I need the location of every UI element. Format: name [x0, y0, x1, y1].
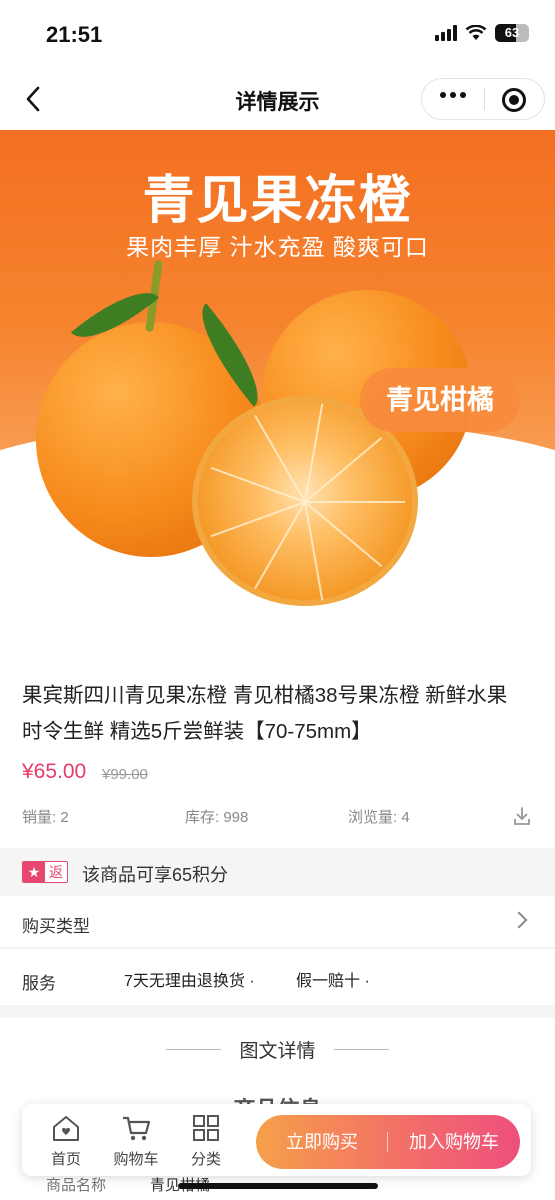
hero-title: 青见果冻橙: [142, 172, 413, 230]
purchase-type-label: 购买类型: [22, 917, 90, 936]
divider-line: [334, 1049, 389, 1050]
status-icons: 63: [435, 24, 529, 42]
status-bar: 21:51 63: [0, 0, 555, 70]
more-icon[interactable]: [440, 92, 466, 98]
product-price: ¥65.00: [22, 760, 87, 783]
tab-home[interactable]: 首页: [40, 1112, 92, 1169]
home-icon: [53, 1116, 79, 1141]
close-target-icon[interactable]: [502, 88, 526, 112]
sales-count: 销量: 2: [22, 809, 69, 826]
points-tag-label: 返: [45, 862, 67, 882]
home-indicator: [178, 1183, 378, 1189]
points-text: 该商品可享65积分: [82, 865, 229, 885]
battery-icon: 63: [495, 24, 529, 42]
service-item: 7天无理由退换货 ·: [124, 973, 255, 990]
cart-icon: [123, 1116, 151, 1141]
purchase-type-row[interactable]: 购买类型: [0, 896, 555, 948]
tab-category[interactable]: 分类: [180, 1112, 232, 1169]
status-time: 21:51: [46, 22, 103, 47]
grid-icon: [193, 1115, 219, 1141]
tab-home-label: 首页: [50, 1151, 81, 1168]
service-row: 服务 7天无理由退换货 · 假一赔十 ·: [0, 949, 555, 1005]
nav-bar: 详情展示: [0, 70, 555, 130]
action-button-group: 立即购买 加入购物车: [256, 1115, 520, 1169]
original-price: ¥99.00: [102, 766, 148, 783]
capsule-divider: [484, 88, 485, 110]
stock-count: 库存: 998: [185, 809, 249, 826]
wifi-icon: [465, 25, 487, 40]
name-label: 商品名称: [46, 1177, 107, 1194]
view-count: 浏览量: 4: [348, 809, 410, 826]
service-label: 服务: [22, 974, 56, 993]
details-title: 图文详情: [239, 1041, 316, 1062]
tab-cart[interactable]: 购物车: [110, 1112, 162, 1169]
product-title: 果宾斯四川青见果冻橙 青见柑橘38号果冻橙 新鲜水果 时令生鲜 精选5斤尝鲜装【…: [22, 684, 508, 743]
signal-icon: [435, 25, 457, 41]
service-item: 假一赔十 ·: [296, 973, 370, 990]
add-to-cart-button[interactable]: 加入购物车: [388, 1115, 520, 1169]
bottom-action-bar: 首页 购物车 分类 立即购买 加入购物车: [22, 1104, 531, 1176]
hero-badge: 青见柑橘: [360, 368, 520, 432]
points-row: ★ 返 该商品可享65积分: [0, 850, 555, 894]
product-image-carousel[interactable]: 青见果冻橙 果肉丰厚 汁水充盈 酸爽可口 青见柑橘: [0, 130, 555, 630]
buy-now-button[interactable]: 立即购买: [256, 1115, 388, 1169]
product-detail-page: 21:51 63 详情展示 青见果冻橙 果肉丰厚 汁水充盈 酸爽可口 青见柑橘 …: [0, 0, 555, 1200]
product-info: 果宾斯四川青见果冻橙 青见柑橘38号果冻橙 新鲜水果 时令生鲜 精选5斤尝鲜装【…: [0, 630, 555, 848]
download-icon[interactable]: [513, 806, 531, 826]
chevron-right-icon: [510, 911, 528, 929]
hero-subtitle: 果肉丰厚 汁水充盈 酸爽可口: [126, 234, 429, 260]
star-icon: ★: [23, 862, 45, 882]
tab-category-label: 分类: [190, 1151, 221, 1168]
mini-program-capsule: [421, 78, 545, 120]
points-tag: ★ 返: [22, 861, 68, 883]
tab-cart-label: 购物车: [113, 1151, 159, 1168]
battery-level: 63: [504, 25, 520, 40]
